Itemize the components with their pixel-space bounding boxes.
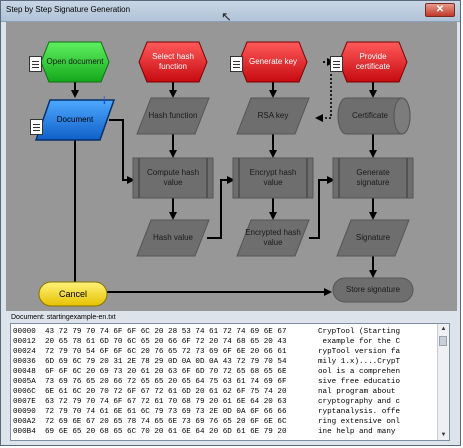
document-icon <box>29 56 42 72</box>
hex-ascii: rypTool version fa <box>318 348 401 356</box>
rsa-key-label: RSA key <box>257 111 289 120</box>
store-signature-label: Store signature <box>345 285 401 294</box>
signature-generation-window: Step by Step Signature Generation ✕ ↖ i … <box>0 0 461 446</box>
hex-ascii: example for the C <box>318 338 401 346</box>
document-label[interactable]: Document <box>44 102 106 138</box>
compute-hash-label: Compute hash value <box>146 168 200 187</box>
close-button[interactable]: ✕ <box>425 3 455 17</box>
certificate-label: Certificate <box>351 111 388 120</box>
scroll-down-arrow-icon[interactable]: ▼ <box>438 430 449 440</box>
hex-bytes: 6D 69 6C 79 20 31 2E 78 29 0D 0A 0D 0A 4… <box>45 358 287 366</box>
hash-function-label: Hash function <box>148 111 198 120</box>
hex-offset: 000A2 <box>13 418 36 426</box>
hex-offset: 0005A <box>13 378 36 386</box>
signature-label: Signature <box>355 233 391 242</box>
hex-offset: 0006C <box>13 388 36 396</box>
hex-ascii: ring extensive onl <box>318 418 401 426</box>
hex-ascii: mily 1.x)....CrypT <box>318 358 401 366</box>
vertical-scrollbar[interactable]: ▲ ▼ <box>437 324 449 440</box>
hex-offset: 00012 <box>13 338 36 346</box>
hash-value-label: Hash value <box>152 233 194 242</box>
document-icon <box>230 56 243 72</box>
hex-ascii: nal program about <box>318 388 401 396</box>
hex-ascii: ryptanalysis. offe <box>318 408 401 416</box>
hex-bytes: 69 6E 65 20 68 65 6C 70 20 61 6E 64 20 6… <box>45 428 287 436</box>
scroll-up-arrow-icon[interactable]: ▲ <box>438 324 449 334</box>
hex-offset: 00048 <box>13 368 36 376</box>
hex-offset: 00036 <box>13 358 36 366</box>
hex-offset: 0007E <box>13 398 36 406</box>
generate-signature-label: Generate signature <box>356 168 390 187</box>
provide-certificate-label[interactable]: Provide certificate <box>346 42 400 82</box>
document-icon <box>330 56 343 72</box>
hex-offset: 00000 <box>13 328 36 336</box>
window-title: Step by Step Signature Generation <box>6 5 131 14</box>
hex-ascii: ool is a comprehen <box>318 368 401 376</box>
connector-document-to-compute <box>109 119 135 184</box>
hex-bytes: 63 72 79 70 74 6F 67 72 61 70 68 79 20 6… <box>45 398 287 406</box>
hex-ascii: CrypTool (Starting <box>318 328 401 336</box>
hex-bytes: 72 69 6E 67 20 65 78 74 65 6E 73 69 76 6… <box>45 418 287 426</box>
scrollbar-thumb[interactable] <box>439 336 447 346</box>
open-document-label[interactable]: Open document <box>46 44 104 80</box>
flow-diagram: i Open document Document Select hash fun… <box>6 22 457 311</box>
hex-bytes: 72 79 70 54 6F 6F 6C 20 76 65 72 73 69 6… <box>45 348 287 356</box>
document-status-label: Document: startingexample-en.txt <box>11 314 116 321</box>
hex-bytes: 73 69 76 65 20 66 72 65 65 20 65 64 75 6… <box>45 378 287 386</box>
hex-offset: 00024 <box>13 348 36 356</box>
encrypted-hash-label: Encrypted hash value <box>245 228 301 247</box>
hex-offset: 00090 <box>13 408 36 416</box>
hex-bytes: 43 72 79 70 74 6F 6F 6C 20 28 53 74 61 7… <box>45 328 287 336</box>
hex-bytes: 72 79 70 74 61 6E 61 6C 79 73 69 73 2E 0… <box>45 408 287 416</box>
hex-ascii: sive free educatio <box>318 378 401 386</box>
hex-bytes: 6F 6F 6C 20 69 73 20 61 20 63 6F 6D 70 7… <box>45 368 287 376</box>
hex-ascii: ine help and many <box>318 428 401 436</box>
document-icon <box>30 119 43 135</box>
hex-viewer[interactable]: 00000 43 72 79 70 74 6F 6F 6C 20 28 53 74… <box>10 323 450 441</box>
encrypt-hash-label: Encrypt hash value <box>249 168 297 187</box>
hex-offset: 000B4 <box>13 428 36 436</box>
hex-bytes: 6E 61 6C 20 70 72 6F 67 72 61 6D 20 61 6… <box>45 388 287 396</box>
select-hash-label[interactable]: Select hash function <box>146 42 200 82</box>
connectors <box>71 82 377 296</box>
generate-key-label[interactable]: Generate key <box>246 42 300 82</box>
cancel-button[interactable]: Cancel <box>39 282 107 306</box>
hex-bytes: 20 65 78 61 6D 70 6C 65 20 66 6F 72 20 7… <box>45 338 287 346</box>
hex-ascii: cryptography and c <box>318 398 401 406</box>
